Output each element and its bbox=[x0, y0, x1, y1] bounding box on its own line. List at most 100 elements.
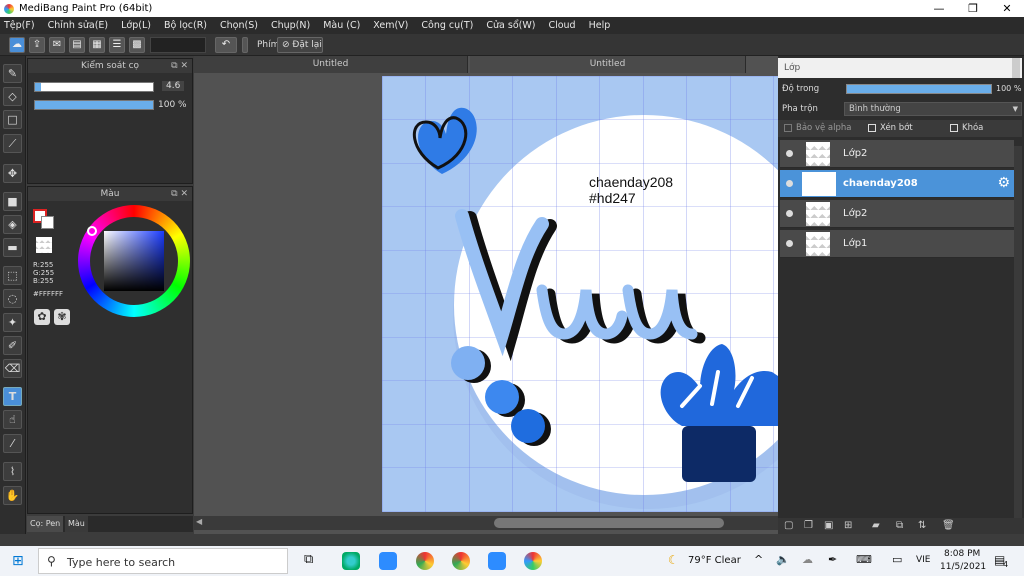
trash-icon[interactable]: 🗑 bbox=[942, 520, 955, 531]
move-layer-icon[interactable]: ⇅ bbox=[918, 520, 926, 531]
brush-tool-icon[interactable]: ✎ bbox=[3, 64, 22, 83]
zoom-meeting-icon[interactable] bbox=[488, 552, 506, 570]
palette-icon[interactable]: ✿ bbox=[34, 309, 50, 325]
dropper-tool-icon[interactable]: ⁄ bbox=[3, 434, 22, 453]
eraser-tool-icon[interactable]: ◇ bbox=[3, 87, 22, 106]
menu-snap[interactable]: Chụp(N) bbox=[271, 20, 310, 31]
lock-checkbox[interactable] bbox=[950, 124, 958, 132]
saturation-value-square[interactable] bbox=[104, 231, 164, 291]
brush-size-slider[interactable] bbox=[34, 82, 154, 92]
chrome-profile-icon[interactable] bbox=[452, 552, 470, 570]
task-view-icon[interactable]: ⧉ bbox=[304, 552, 313, 567]
layers-scrollbar[interactable] bbox=[1014, 146, 1022, 518]
hue-wheel[interactable] bbox=[78, 205, 190, 317]
visibility-icon[interactable] bbox=[786, 210, 793, 217]
add-layer-menu-icon[interactable]: ⊞ bbox=[844, 520, 852, 531]
select-pen-icon[interactable]: ✐ bbox=[3, 336, 22, 355]
clipping-checkbox[interactable] bbox=[868, 124, 876, 132]
chevron-up-icon[interactable]: ^ bbox=[754, 553, 763, 566]
visibility-icon[interactable] bbox=[786, 150, 793, 157]
operation-tool-icon[interactable]: ☝ bbox=[3, 410, 22, 429]
onedrive-icon[interactable]: ☁ bbox=[802, 553, 813, 566]
layer-row[interactable]: Lớp1 bbox=[780, 230, 1014, 258]
comment-icon[interactable]: ▤ bbox=[69, 37, 85, 53]
menu-filter[interactable]: Bộ lọc(R) bbox=[164, 20, 207, 31]
weather-text[interactable]: 79°F Clear bbox=[688, 555, 741, 566]
gradient-tool-icon[interactable]: ▬ bbox=[3, 238, 22, 257]
visibility-icon[interactable] bbox=[786, 180, 793, 187]
magic-wand-icon[interactable]: ✦ bbox=[3, 313, 22, 332]
rectangle-tool-icon[interactable]: □ bbox=[3, 110, 22, 129]
menu-select[interactable]: Chọn(S) bbox=[220, 20, 258, 31]
close-button[interactable]: ✕ bbox=[990, 0, 1024, 17]
layer-row-selected[interactable]: chaenday208 ⚙ bbox=[780, 170, 1014, 198]
hand-tool-icon[interactable]: ✋ bbox=[3, 486, 22, 505]
hue-cursor[interactable] bbox=[87, 226, 97, 236]
clock-date[interactable]: 11/5/2021 bbox=[940, 562, 986, 572]
language-indicator[interactable]: VIE bbox=[916, 555, 931, 565]
fill-shape-icon[interactable]: ■ bbox=[3, 192, 22, 211]
keyboard-icon[interactable]: ⌨ bbox=[856, 553, 872, 566]
medibang-icon[interactable] bbox=[524, 552, 542, 570]
protect-alpha-checkbox[interactable] bbox=[784, 124, 792, 132]
menu-view[interactable]: Xem(V) bbox=[373, 20, 408, 31]
menu-edit[interactable]: Chỉnh sửa(E) bbox=[48, 20, 109, 31]
panel-popout-close-icon[interactable]: ⧉ ✕ bbox=[171, 59, 188, 73]
visibility-icon[interactable] bbox=[786, 240, 793, 247]
bucket-tool-icon[interactable]: ◈ bbox=[3, 215, 22, 234]
select-eraser-icon[interactable]: ⌫ bbox=[3, 359, 22, 378]
windows-start-icon[interactable]: ⊞ bbox=[12, 553, 24, 569]
grid-icon[interactable]: ▩ bbox=[129, 37, 145, 53]
chat-icon[interactable]: ✉ bbox=[49, 37, 65, 53]
text-tool-icon[interactable]: T bbox=[3, 387, 22, 406]
layer-row[interactable]: Lớp2 bbox=[780, 140, 1014, 168]
lasso-tool-icon[interactable]: ◌ bbox=[3, 289, 22, 308]
copy-layer-icon[interactable]: ▣ bbox=[824, 520, 833, 531]
menu-help[interactable]: Help bbox=[589, 20, 611, 31]
blend-mode-select[interactable]: Bình thường ▼ bbox=[844, 102, 1022, 116]
undo-icon[interactable]: ↶ bbox=[215, 37, 237, 53]
tab-pen[interactable]: Cọ: Pen bbox=[27, 516, 64, 532]
eyedropper-icon[interactable]: ⌇ bbox=[3, 462, 22, 481]
duplicate-layer-icon[interactable]: ❐ bbox=[804, 520, 813, 531]
layers-scroll-stub[interactable] bbox=[1012, 58, 1020, 78]
select-rect-icon[interactable]: ⬚ bbox=[3, 266, 22, 285]
transparent-color-swatch[interactable] bbox=[36, 237, 52, 253]
color-picker-icon[interactable]: ✾ bbox=[54, 309, 70, 325]
scroll-left-icon[interactable]: ◀ bbox=[196, 517, 202, 526]
menu-color[interactable]: Màu (C) bbox=[323, 20, 360, 31]
battery-icon[interactable]: ▭ bbox=[892, 553, 902, 566]
pen-icon[interactable]: ✒ bbox=[828, 553, 837, 566]
menu-file[interactable]: Tệp(F) bbox=[4, 20, 35, 31]
redo-handle[interactable] bbox=[242, 37, 248, 53]
clock-time[interactable]: 8:08 PM bbox=[944, 549, 980, 559]
horizontal-scrollbar[interactable]: ◀ bbox=[194, 516, 778, 530]
merge-icon[interactable]: ⧉ bbox=[896, 520, 903, 531]
search-box[interactable]: ⚲ Type here to search bbox=[38, 548, 288, 574]
secondary-color-swatch[interactable] bbox=[41, 216, 54, 229]
edge-icon[interactable] bbox=[342, 552, 360, 570]
menu-layer[interactable]: Lớp(L) bbox=[121, 20, 151, 31]
tab-color[interactable]: Màu bbox=[65, 516, 88, 532]
scrollbar-thumb[interactable] bbox=[494, 518, 724, 528]
document-icon[interactable]: ▦ bbox=[89, 37, 105, 53]
minimize-button[interactable]: — bbox=[922, 0, 956, 17]
move-tool-icon[interactable]: ✥ bbox=[3, 164, 22, 183]
menu-window[interactable]: Cửa sổ(W) bbox=[486, 20, 535, 31]
speaker-icon[interactable]: 🔈 bbox=[776, 553, 790, 566]
menu-tools[interactable]: Công cụ(T) bbox=[421, 20, 473, 31]
brush-opacity-slider[interactable] bbox=[34, 100, 154, 110]
list-icon[interactable]: ☰ bbox=[109, 37, 125, 53]
menu-cloud[interactable]: Cloud bbox=[548, 20, 575, 31]
reset-button[interactable]: ⊘ Đặt lại bbox=[277, 37, 323, 53]
gear-icon[interactable]: ⚙ bbox=[997, 175, 1010, 191]
doc-tab-2[interactable]: Untitled bbox=[470, 56, 746, 73]
line-tool-icon[interactable]: ⟋ bbox=[3, 134, 22, 153]
layer-opacity-slider[interactable] bbox=[846, 84, 992, 94]
share-icon[interactable]: ⇪ bbox=[29, 37, 45, 53]
layer-row[interactable]: Lớp2 bbox=[780, 200, 1014, 228]
chrome-icon[interactable] bbox=[416, 552, 434, 570]
drawing-canvas[interactable]: chaenday208 #hd247 bbox=[382, 76, 778, 512]
maximize-button[interactable]: ❐ bbox=[956, 0, 990, 17]
folder-icon[interactable]: ▰ bbox=[872, 520, 880, 531]
